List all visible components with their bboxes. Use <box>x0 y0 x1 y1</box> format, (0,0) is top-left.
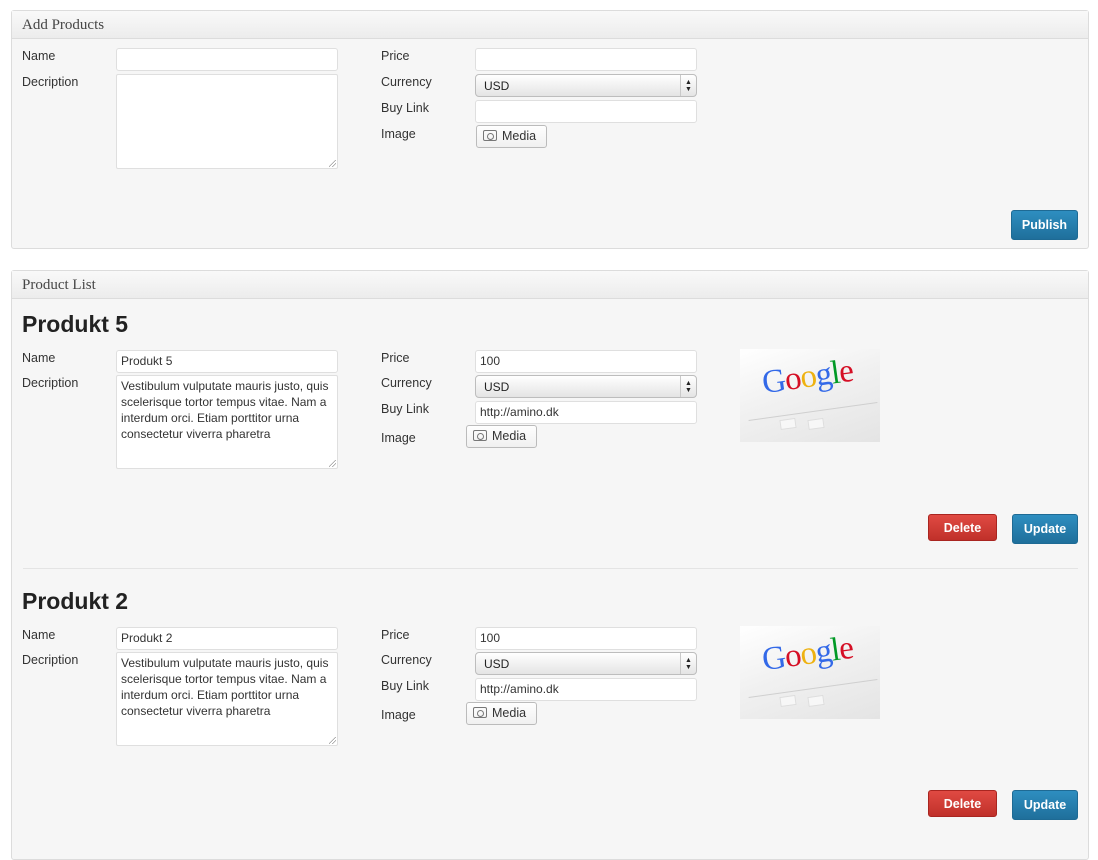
search-button-graphic <box>779 694 797 708</box>
lucky-button-graphic <box>807 417 825 431</box>
price-label: Price <box>381 351 410 365</box>
currency-value: USD <box>484 79 510 93</box>
delete-button[interactable]: Delete <box>928 790 997 817</box>
delete-button[interactable]: Delete <box>928 514 997 541</box>
media-button[interactable]: Media <box>476 125 547 148</box>
image-label: Image <box>381 127 416 141</box>
currency-select[interactable]: USD ▲ ▼ <box>475 74 697 97</box>
media-camera-icon <box>483 130 497 141</box>
search-button-graphic <box>779 417 797 431</box>
select-arrows-icon: ▲ ▼ <box>680 75 696 96</box>
product-heading: Produkt 5 <box>22 311 129 337</box>
name-input[interactable] <box>116 48 338 71</box>
product-image: Google <box>740 626 880 719</box>
resize-grip-icon[interactable] <box>329 737 336 744</box>
search-bar-graphic <box>748 401 878 422</box>
currency-value: USD <box>484 380 510 394</box>
buy-link-label: Buy Link <box>381 402 429 416</box>
product-heading: Produkt 2 <box>22 588 129 614</box>
description-label: Decription <box>22 653 79 667</box>
name-input[interactable]: Produkt 5 <box>116 350 338 373</box>
description-textarea[interactable]: Vestibulum vulputate mauris justo, quis … <box>116 652 338 746</box>
name-label: Name <box>22 351 56 365</box>
google-logo: Google <box>759 352 856 402</box>
update-button[interactable]: Update <box>1012 514 1078 544</box>
resize-grip-icon[interactable] <box>329 460 336 467</box>
product-entry: Produkt 5 Name Produkt 5 Decription Vest… <box>12 299 1088 569</box>
update-button[interactable]: Update <box>1012 790 1078 820</box>
currency-label: Currency <box>381 376 432 390</box>
add-products-panel: Add Products Name Decription Price Curre… <box>11 10 1089 249</box>
currency-label: Currency <box>381 75 432 89</box>
publish-button[interactable]: Publish <box>1011 210 1078 240</box>
panel-title: Product List <box>12 271 1088 299</box>
currency-select[interactable]: USD ▲ ▼ <box>475 375 697 398</box>
media-button-label: Media <box>502 129 537 143</box>
name-label: Name <box>22 628 56 642</box>
price-label: Price <box>381 49 410 63</box>
description-text: Vestibulum vulputate mauris justo, quis … <box>121 656 329 718</box>
search-bar-graphic <box>748 678 878 699</box>
currency-label: Currency <box>381 653 432 667</box>
media-button[interactable]: Media <box>466 425 537 448</box>
name-label: Name <box>22 49 56 63</box>
price-label: Price <box>381 628 410 642</box>
google-logo: Google <box>759 629 856 679</box>
media-button-label: Media <box>492 706 527 720</box>
resize-grip-icon[interactable] <box>329 160 336 167</box>
description-label: Decription <box>22 376 79 390</box>
product-entry: Produkt 2 Name Produkt 2 Decription Vest… <box>12 576 1088 846</box>
buy-link-input[interactable] <box>475 100 697 123</box>
product-divider <box>23 568 1078 569</box>
select-arrows-icon: ▲ ▼ <box>680 376 696 397</box>
media-button-label: Media <box>492 429 527 443</box>
buy-link-input[interactable]: http://amino.dk <box>475 678 697 701</box>
description-label: Decription <box>22 75 79 89</box>
product-image: Google <box>740 349 880 442</box>
media-camera-icon <box>473 707 487 718</box>
currency-select[interactable]: USD ▲ ▼ <box>475 652 697 675</box>
price-input[interactable] <box>475 48 697 71</box>
lucky-button-graphic <box>807 694 825 708</box>
price-input[interactable]: 100 <box>475 350 697 373</box>
buy-link-input[interactable]: http://amino.dk <box>475 401 697 424</box>
name-input[interactable]: Produkt 2 <box>116 627 338 650</box>
buy-link-label: Buy Link <box>381 679 429 693</box>
currency-value: USD <box>484 657 510 671</box>
select-arrows-icon: ▲ ▼ <box>680 653 696 674</box>
media-camera-icon <box>473 430 487 441</box>
description-text: Vestibulum vulputate mauris justo, quis … <box>121 379 329 441</box>
description-textarea[interactable] <box>116 74 338 169</box>
panel-title: Add Products <box>12 11 1088 39</box>
price-input[interactable]: 100 <box>475 627 697 650</box>
description-textarea[interactable]: Vestibulum vulputate mauris justo, quis … <box>116 375 338 469</box>
image-label: Image <box>381 708 416 722</box>
buy-link-label: Buy Link <box>381 101 429 115</box>
media-button[interactable]: Media <box>466 702 537 725</box>
product-list-panel: Product List Produkt 5 Name Produkt 5 De… <box>11 270 1089 860</box>
image-label: Image <box>381 431 416 445</box>
